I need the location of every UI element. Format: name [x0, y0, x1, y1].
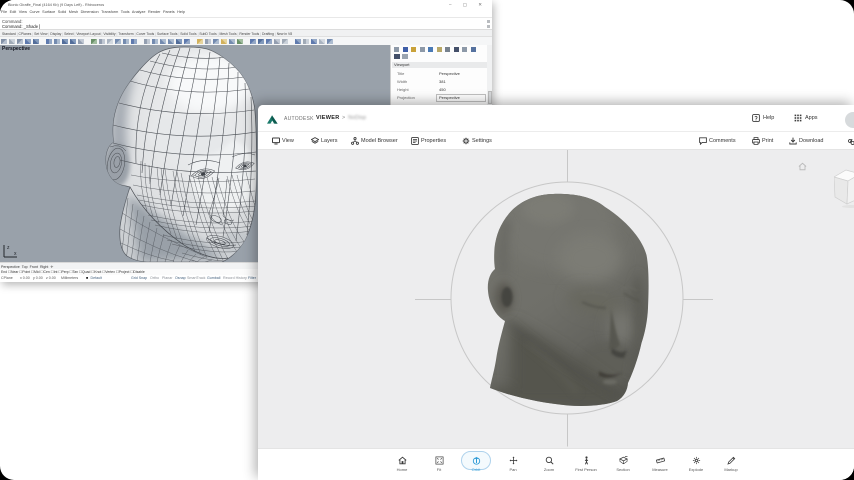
svg-text:z: z — [7, 245, 10, 251]
svg-text:x: x — [14, 251, 17, 257]
